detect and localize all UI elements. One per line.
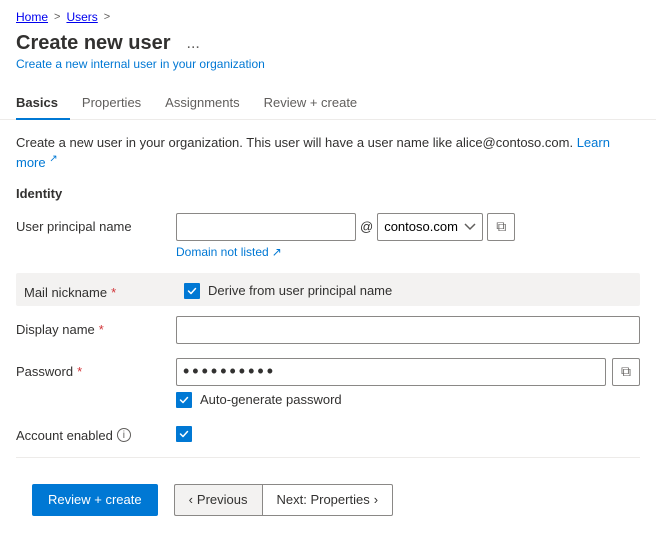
nav-button-group: ‹ Previous Next: Properties › xyxy=(174,484,393,516)
info-text: Create a new user in your organization. … xyxy=(16,134,640,172)
account-enabled-checkbox[interactable] xyxy=(176,426,192,442)
display-name-required: * xyxy=(99,322,104,337)
mail-nickname-row: Mail nickname * Derive from user princip… xyxy=(16,273,640,306)
review-create-button[interactable]: Review + create xyxy=(32,484,158,516)
page-header: Create new user ... Create a new interna… xyxy=(0,28,656,79)
auto-generate-label: Auto-generate password xyxy=(200,392,342,407)
domain-external-icon: ↗ xyxy=(272,245,282,259)
derive-label: Derive from user principal name xyxy=(208,283,392,298)
account-enabled-control xyxy=(176,422,640,442)
mail-nickname-required: * xyxy=(111,285,116,300)
password-input[interactable] xyxy=(176,358,606,386)
password-label: Password * xyxy=(16,358,176,379)
password-control: ⧉ Auto-generate password xyxy=(176,358,640,408)
display-name-row: Display name * xyxy=(16,316,640,344)
upn-copy-button[interactable]: ⧉ xyxy=(487,213,515,241)
breadcrumb-sep2: > xyxy=(104,11,110,23)
account-enabled-info-icon: i xyxy=(117,428,131,442)
domain-select-wrap: contoso.com ⧉ xyxy=(377,213,515,241)
page-title: Create new user xyxy=(16,32,171,55)
upn-row: User principal name @ contoso.com ⧉ Doma… xyxy=(16,213,640,259)
password-copy-button[interactable]: ⧉ xyxy=(612,358,640,386)
upn-input[interactable] xyxy=(176,213,356,241)
account-enabled-label: Account enabled i xyxy=(16,422,176,443)
content-area: Create a new user in your organization. … xyxy=(0,120,656,540)
auto-generate-checkbox[interactable] xyxy=(176,392,192,408)
display-name-input[interactable] xyxy=(176,316,640,344)
password-row: Password * ⧉ Auto-generate password xyxy=(16,358,640,408)
next-button[interactable]: Next: Properties › xyxy=(262,484,394,516)
tab-assignments[interactable]: Assignments xyxy=(153,87,251,120)
domain-not-listed-link[interactable]: Domain not listed ↗ xyxy=(176,245,640,259)
identity-section-title: Identity xyxy=(16,186,640,201)
next-chevron-icon: › xyxy=(374,492,378,507)
display-name-label: Display name * xyxy=(16,316,176,337)
prev-chevron-icon: ‹ xyxy=(189,492,193,507)
upn-label: User principal name xyxy=(16,213,176,234)
at-sign: @ xyxy=(360,219,373,234)
tab-review-create[interactable]: Review + create xyxy=(252,87,370,120)
upn-control: @ contoso.com ⧉ Domain not listed ↗ xyxy=(176,213,640,259)
display-name-control xyxy=(176,316,640,344)
account-enabled-row: Account enabled i xyxy=(16,422,640,443)
breadcrumb-home[interactable]: Home xyxy=(16,10,48,24)
tab-bar: Basics Properties Assignments Review + c… xyxy=(0,87,656,120)
breadcrumb-users[interactable]: Users xyxy=(66,10,97,24)
breadcrumb: Home > Users > xyxy=(0,0,656,28)
mail-nickname-label: Mail nickname * xyxy=(24,279,184,300)
footer-actions: Review + create ‹ Previous Next: Propert… xyxy=(16,474,640,526)
previous-button[interactable]: ‹ Previous xyxy=(174,484,262,516)
breadcrumb-sep1: > xyxy=(54,11,60,23)
derive-checkbox[interactable] xyxy=(184,283,200,299)
tab-properties[interactable]: Properties xyxy=(70,87,153,120)
tab-basics[interactable]: Basics xyxy=(16,87,70,120)
ellipsis-button[interactable]: ... xyxy=(181,33,206,55)
page-subtitle: Create a new internal user in your organ… xyxy=(16,57,640,71)
copy-icon: ⧉ xyxy=(496,218,506,235)
mail-nickname-control: Derive from user principal name xyxy=(184,279,632,299)
footer-divider xyxy=(16,457,640,458)
password-required: * xyxy=(77,364,82,379)
password-copy-icon: ⧉ xyxy=(621,363,631,380)
domain-select[interactable]: contoso.com xyxy=(377,213,483,241)
external-link-icon: ↗ xyxy=(49,153,57,164)
